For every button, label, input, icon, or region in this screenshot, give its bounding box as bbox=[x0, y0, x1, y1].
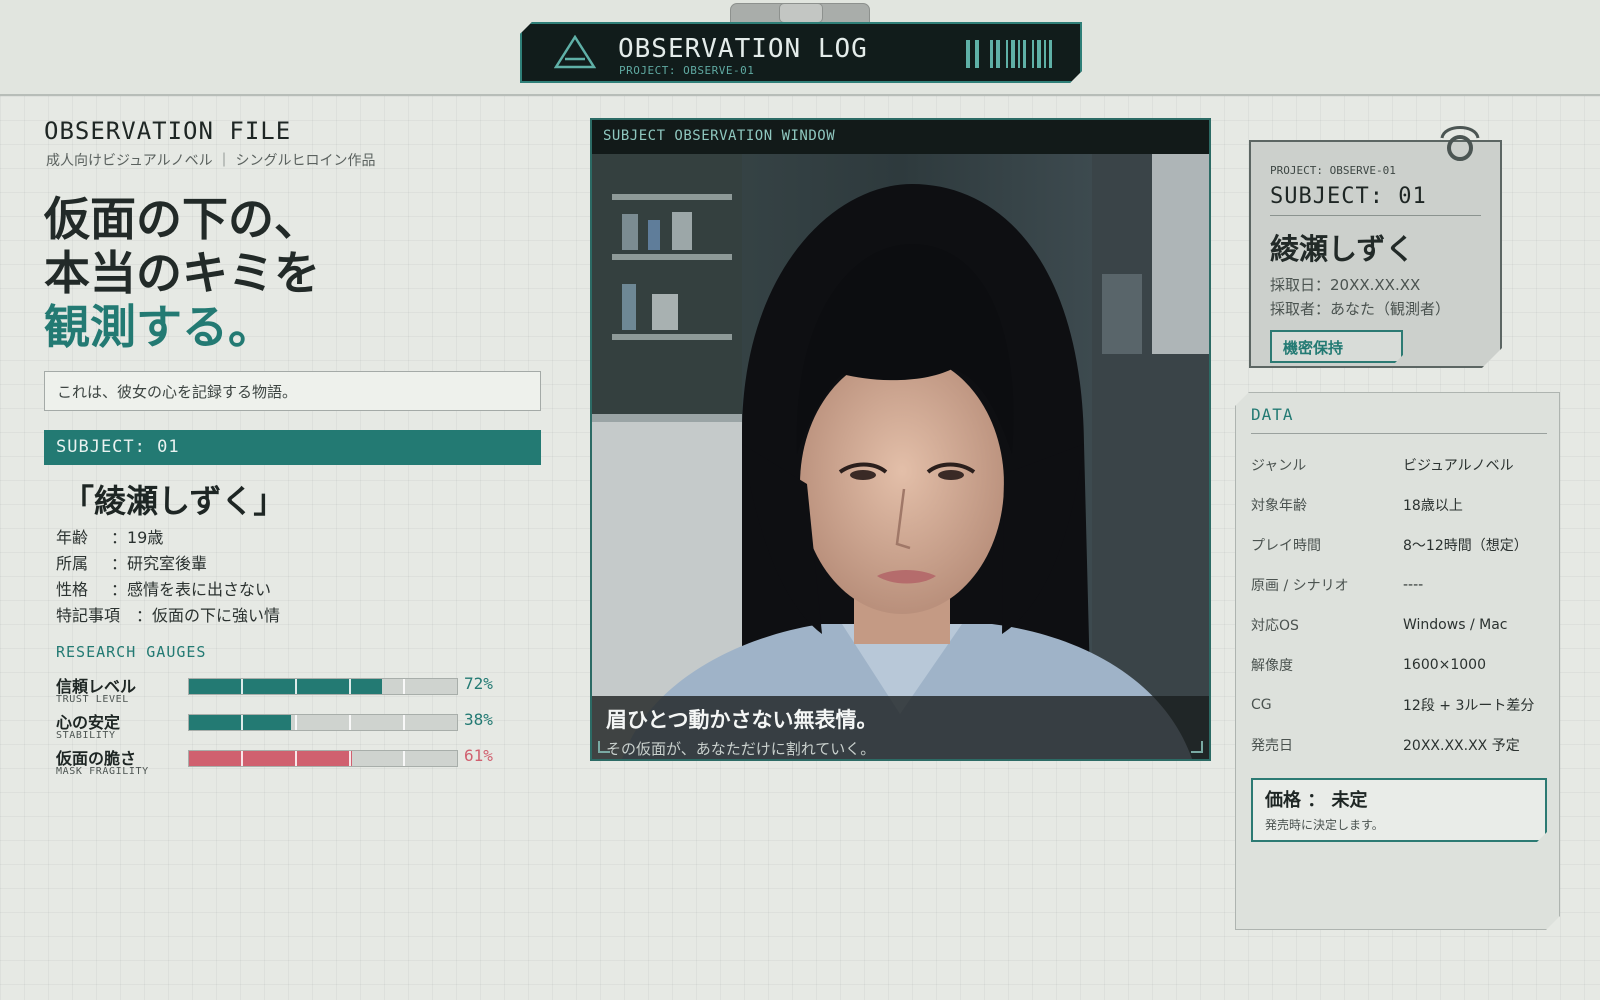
file-title: OBSERVATION FILE bbox=[44, 117, 292, 145]
observation-window: SUBJECT OBSERVATION WINDOW 眉ひとつ動かさない無表情。… bbox=[590, 118, 1211, 761]
data-row: 発売日 20XX.XX.XX 予定 bbox=[1251, 725, 1551, 765]
profile-sep: ： bbox=[111, 528, 128, 547]
profile-key: 性格 bbox=[56, 580, 89, 599]
gauge-track bbox=[188, 678, 458, 695]
data-key: 対応OS bbox=[1251, 618, 1299, 634]
id-card-name: 綾瀬しずく bbox=[1270, 232, 1415, 266]
triangle-icon bbox=[554, 35, 596, 69]
header-title: OBSERVATION LOG bbox=[618, 34, 868, 64]
data-row: 原画 / シナリオ ---- bbox=[1251, 565, 1551, 605]
data-row: ジャンル ビジュアルノベル bbox=[1251, 445, 1551, 485]
gauge-percent: 72% bbox=[464, 674, 493, 693]
data-title: DATA bbox=[1251, 405, 1294, 424]
header-plate: OBSERVATION LOG PROJECT: OBSERVE-01 bbox=[520, 22, 1082, 83]
data-key: ジャンル bbox=[1251, 458, 1307, 474]
headline-line-2: 本当のキミを bbox=[44, 246, 320, 300]
profile-key: 所属 bbox=[56, 554, 89, 573]
headline-line-3: 観測する。 bbox=[44, 300, 274, 354]
price-main: 価格 ： 未定 bbox=[1265, 790, 1368, 811]
data-panel: DATA ジャンル ビジュアルノベル 対象年齢 18歳以上 プレイ時間 8〜12時間（… bbox=[1235, 392, 1560, 930]
data-row: 解像度 1600×1000 bbox=[1251, 645, 1551, 685]
data-row: CG 12段 + 3ルート差分 bbox=[1251, 685, 1551, 725]
gauge-percent: 61% bbox=[464, 746, 493, 765]
id-card-date: 採取日：20XX.XX.XX bbox=[1270, 276, 1421, 294]
gauge-percent: 38% bbox=[464, 710, 493, 729]
caption-sub: その仮面が、あなただけに割れていく。 bbox=[606, 740, 876, 758]
headline: 仮面の下の、 本当のキミを 観測する。 bbox=[44, 192, 320, 354]
data-row: 対象年齢 18歳以上 bbox=[1251, 485, 1551, 525]
gauge-sublabel: STABILITY bbox=[56, 730, 116, 741]
file-subtitle: 成人向けビジュアルノベル ｜ シングルヒロイン作品 bbox=[46, 153, 376, 169]
id-card-divider bbox=[1270, 215, 1481, 216]
data-value: ビジュアルノベル bbox=[1403, 458, 1514, 474]
profile-row: 年齢 ： 19歳 bbox=[56, 524, 280, 550]
character-name: 「綾瀬しずく」 bbox=[62, 482, 286, 520]
profile-row: 所属 ： 研究室後輩 bbox=[56, 550, 280, 576]
data-key: 解像度 bbox=[1251, 658, 1293, 674]
data-key: プレイ時間 bbox=[1251, 538, 1321, 554]
corner-bracket-icon bbox=[1191, 741, 1203, 753]
profile-row: 性格 ： 感情を表に出さない bbox=[56, 576, 280, 602]
data-value: ---- bbox=[1403, 577, 1424, 593]
profile-sep: ： bbox=[111, 554, 128, 573]
top-bar: OBSERVATION LOG PROJECT: OBSERVE-01 bbox=[0, 0, 1600, 96]
data-value: 20XX.XX.XX 予定 bbox=[1403, 738, 1520, 754]
id-card-project: PROJECT: OBSERVE-01 bbox=[1270, 164, 1396, 177]
data-value: 12段 + 3ルート差分 bbox=[1403, 698, 1535, 714]
tagline-box: これは、彼女の心を記録する物語。 bbox=[44, 371, 541, 411]
data-row: 対応OS Windows / Mac bbox=[1251, 605, 1551, 645]
data-value: 8〜12時間（想定） bbox=[1403, 538, 1528, 554]
profile-sep: ： bbox=[111, 580, 128, 599]
profile-key: 年齢 bbox=[56, 528, 89, 547]
data-list: ジャンル ビジュアルノベル 対象年齢 18歳以上 プレイ時間 8〜12時間（想定） 原… bbox=[1251, 445, 1551, 765]
profile-value: 感情を表に出さない bbox=[127, 580, 272, 599]
profile-key: 特記事項 bbox=[56, 606, 121, 625]
profile-value: 仮面の下に強い情 bbox=[152, 606, 281, 625]
subject-id-card: PROJECT: OBSERVE-01 SUBJECT: 01 綾瀬しずく 採取… bbox=[1249, 140, 1502, 368]
data-divider bbox=[1251, 433, 1547, 434]
gauge-sublabel: MASK FRAGILITY bbox=[56, 766, 149, 777]
id-card-meta: 採取日：20XX.XX.XX 採取者：あなた（観測者） bbox=[1270, 273, 1450, 321]
ring-clip-icon bbox=[1440, 126, 1480, 161]
data-key: 原画 / シナリオ bbox=[1251, 578, 1349, 594]
data-value: 18歳以上 bbox=[1403, 498, 1463, 514]
profile-list: 年齢 ： 19歳 所属 ： 研究室後輩 性格 ： 感情を表に出さない 特記事項 … bbox=[56, 524, 280, 628]
data-key: CG bbox=[1251, 697, 1272, 713]
headline-line-1: 仮面の下の、 bbox=[44, 192, 320, 246]
profile-value: 研究室後輩 bbox=[127, 554, 208, 573]
profile-sep: ： bbox=[136, 606, 153, 625]
id-card-collector: 採取者：あなた（観測者） bbox=[1270, 300, 1451, 318]
data-key: 対象年齢 bbox=[1251, 498, 1307, 514]
id-card-subject: SUBJECT: 01 bbox=[1270, 184, 1427, 209]
subject-portrait-image bbox=[592, 154, 1209, 759]
caption-box: 眉ひとつ動かさない無表情。 その仮面が、あなただけに割れていく。 bbox=[592, 696, 1209, 759]
price-sub: 発売時に決定します。 bbox=[1265, 818, 1384, 832]
caption-main: 眉ひとつ動かさない無表情。 bbox=[606, 708, 878, 732]
data-row: プレイ時間 8〜12時間（想定） bbox=[1251, 525, 1551, 565]
data-key: 発売日 bbox=[1251, 738, 1293, 754]
header-subtitle: PROJECT: OBSERVE-01 bbox=[619, 64, 755, 77]
corner-bracket-icon bbox=[598, 741, 610, 753]
gauge-trust: 信頼レベル TRUST LEVEL 72% bbox=[56, 673, 516, 707]
gauge-track bbox=[188, 750, 458, 767]
research-gauges-title: RESEARCH GAUGES bbox=[56, 643, 207, 661]
gauge-track bbox=[188, 714, 458, 731]
gauge-mask-fragility: 仮面の脆さ MASK FRAGILITY 61% bbox=[56, 745, 516, 779]
observation-window-title: SUBJECT OBSERVATION WINDOW bbox=[592, 120, 1209, 154]
subject-bar: SUBJECT: 01 bbox=[44, 430, 541, 465]
price-box: 価格 ： 未定 発売時に決定します。 bbox=[1251, 778, 1547, 842]
confidential-badge: 機密保持 bbox=[1270, 330, 1403, 363]
profile-row: 特記事項 ： 仮面の下に強い情 bbox=[56, 602, 280, 628]
profile-value: 19歳 bbox=[127, 528, 164, 547]
data-value: 1600×1000 bbox=[1403, 657, 1486, 673]
gauge-stability: 心の安定 STABILITY 38% bbox=[56, 709, 516, 743]
data-value: Windows / Mac bbox=[1403, 617, 1508, 633]
gauge-sublabel: TRUST LEVEL bbox=[56, 694, 129, 705]
